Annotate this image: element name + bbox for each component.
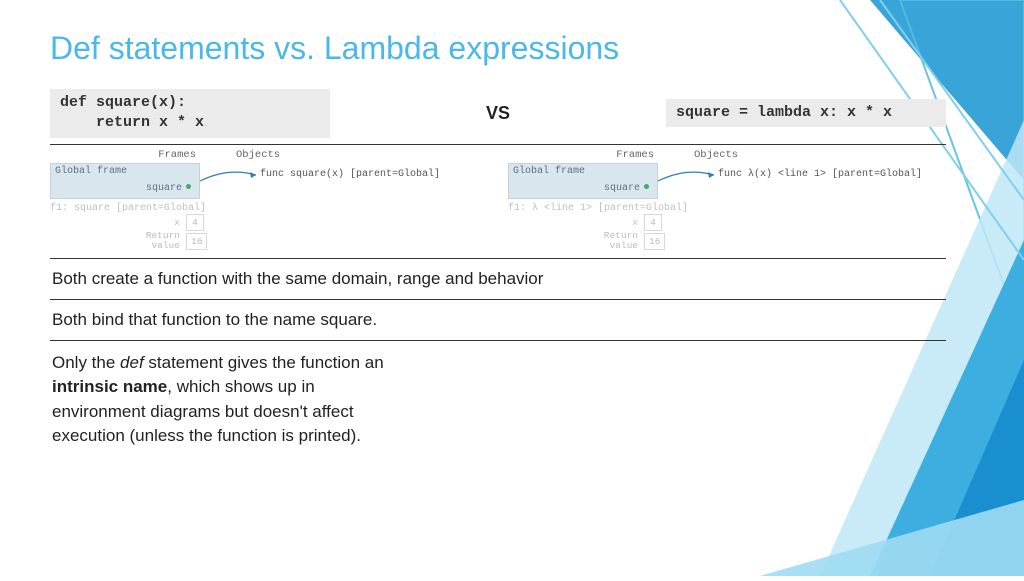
return-val: 16 bbox=[186, 233, 207, 250]
return-label: Return value bbox=[598, 231, 638, 252]
bullet-2: Both bind that function to the name squa… bbox=[50, 300, 946, 341]
frames-header: Frames bbox=[604, 149, 654, 161]
x-val: 4 bbox=[186, 214, 204, 231]
x-label: x bbox=[140, 215, 180, 230]
pointer-dot bbox=[644, 184, 649, 189]
arrow-icon bbox=[656, 169, 718, 183]
frames-header: Frames bbox=[146, 149, 196, 161]
objects-header: Objects bbox=[236, 149, 280, 161]
slide-title: Def statements vs. Lambda expressions bbox=[50, 30, 946, 67]
pointer-dot bbox=[186, 184, 191, 189]
arrow-icon bbox=[198, 169, 260, 183]
var-square: square bbox=[604, 183, 640, 194]
f1-frame-label: f1: λ <line 1> [parent=Global] bbox=[508, 203, 946, 214]
func-object-def: func square(x) [parent=Global] bbox=[260, 169, 440, 180]
global-frame-label: Global frame bbox=[513, 166, 653, 177]
diagram-lambda: Frames Objects Global frame square func … bbox=[508, 149, 946, 252]
x-label: x bbox=[598, 215, 638, 230]
vs-label: VS bbox=[486, 103, 510, 124]
return-val: 16 bbox=[644, 233, 665, 250]
def-code-box: def square(x): return x * x bbox=[50, 89, 330, 138]
func-object-lambda: func λ(x) <line 1> [parent=Global] bbox=[718, 169, 922, 180]
bullet-3: Only the def statement gives the functio… bbox=[50, 341, 410, 460]
f1-vars: x4 Return value 16 bbox=[598, 214, 946, 252]
x-val: 4 bbox=[644, 214, 662, 231]
return-label: Return value bbox=[140, 231, 180, 252]
f1-vars: x4 Return value 16 bbox=[140, 214, 488, 252]
f1-frame-label: f1: square [parent=Global] bbox=[50, 203, 488, 214]
var-square: square bbox=[146, 183, 182, 194]
global-frame-box: Global frame square bbox=[50, 163, 200, 199]
global-frame-label: Global frame bbox=[55, 166, 195, 177]
environment-diagrams: Frames Objects Global frame square func … bbox=[50, 144, 946, 259]
slide-content: Def statements vs. Lambda expressions de… bbox=[0, 0, 1024, 459]
code-comparison-row: def square(x): return x * x VS square = … bbox=[50, 89, 946, 138]
lambda-code-box: square = lambda x: x * x bbox=[666, 99, 946, 127]
diagram-def: Frames Objects Global frame square func … bbox=[50, 149, 488, 252]
bullet-1: Both create a function with the same dom… bbox=[50, 259, 946, 300]
global-frame-box: Global frame square bbox=[508, 163, 658, 199]
objects-header: Objects bbox=[694, 149, 738, 161]
